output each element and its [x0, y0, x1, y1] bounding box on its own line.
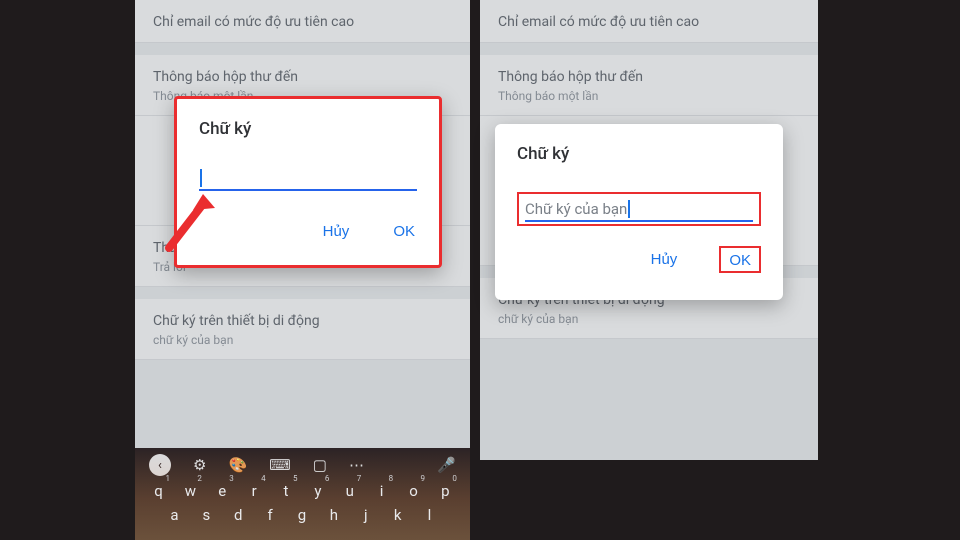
signature-input[interactable]: Chữ ký của bạn — [525, 198, 753, 222]
screenshot-stage: Chỉ email có mức độ ưu tiên cao Thông bá… — [0, 0, 960, 540]
dialog-actions: Hủy OK — [517, 246, 761, 273]
signature-input[interactable] — [199, 167, 417, 191]
more-icon[interactable]: ⋯ — [349, 456, 364, 474]
key-l[interactable]: l — [420, 506, 440, 524]
key-w[interactable]: w — [181, 482, 201, 500]
key-i[interactable]: i — [372, 482, 392, 500]
chevron-left-icon[interactable]: ‹ — [149, 454, 171, 476]
signature-dialog-filled: Chữ ký Chữ ký của bạn Hủy OK — [495, 124, 783, 300]
gear-icon[interactable]: ⚙ — [193, 456, 206, 474]
key-a[interactable]: a — [165, 506, 185, 524]
key-h[interactable]: h — [324, 506, 344, 524]
ok-button[interactable]: OK — [391, 219, 417, 244]
key-j[interactable]: j — [356, 506, 376, 524]
setting-title: Thông báo hộp thư đến — [498, 69, 800, 85]
signature-input-wrap[interactable] — [199, 167, 417, 191]
key-q[interactable]: q — [149, 482, 169, 500]
setting-priority-email[interactable]: Chỉ email có mức độ ưu tiên cao — [480, 0, 818, 43]
cancel-button[interactable]: Hủy — [321, 219, 352, 244]
key-f[interactable]: f — [261, 506, 281, 524]
text-cursor — [628, 200, 630, 218]
key-k[interactable]: k — [388, 506, 408, 524]
setting-title: Chỉ email có mức độ ưu tiên cao — [153, 14, 452, 30]
setting-title: Chữ ký trên thiết bị di động — [153, 313, 452, 329]
key-t[interactable]: t — [277, 482, 297, 500]
setting-inbox-notif[interactable]: Thông báo hộp thư đến Thông báo một lần — [480, 55, 818, 116]
key-s[interactable]: s — [197, 506, 217, 524]
setting-title: Thông báo hộp thư đến — [153, 69, 452, 85]
key-o[interactable]: o — [404, 482, 424, 500]
mic-icon[interactable]: 🎤 — [437, 456, 456, 474]
setting-subtitle: chữ ký của bạn — [498, 312, 800, 326]
ok-button[interactable]: OK — [729, 252, 751, 269]
key-p[interactable]: p — [436, 482, 456, 500]
palette-icon[interactable]: 🎨 — [228, 456, 247, 474]
key-u[interactable]: u — [340, 482, 360, 500]
keyboard-row-1: qwertyuiop — [135, 480, 470, 502]
key-y[interactable]: y — [308, 482, 328, 500]
setting-subtitle: Thông báo một lần — [498, 89, 800, 103]
soft-keyboard[interactable]: ‹ ⚙ 🎨 ⌨ ▢ ⋯ 🎤 qwertyuiop asdfghjkl — [135, 448, 470, 540]
dialog-title: Chữ ký — [517, 144, 761, 164]
key-g[interactable]: g — [293, 506, 313, 524]
cancel-button[interactable]: Hủy — [649, 246, 680, 273]
setting-priority-email[interactable]: Chỉ email có mức độ ưu tiên cao — [135, 0, 470, 43]
signature-input-highlight: Chữ ký của bạn — [517, 192, 761, 226]
key-r[interactable]: r — [245, 482, 265, 500]
dialog-actions: Hủy OK — [199, 219, 417, 244]
setting-title: Chỉ email có mức độ ưu tiên cao — [498, 14, 800, 30]
setting-subtitle: chữ ký của bạn — [153, 333, 452, 347]
key-d[interactable]: d — [229, 506, 249, 524]
ok-button-highlight: OK — [719, 246, 761, 273]
signature-dialog-empty: Chữ ký Hủy OK — [174, 96, 442, 268]
key-e[interactable]: e — [213, 482, 233, 500]
text-cursor — [200, 169, 202, 187]
keyboard-icon[interactable]: ⌨ — [269, 456, 291, 474]
dialog-title: Chữ ký — [199, 119, 417, 139]
keyboard-row-2: asdfghjkl — [135, 502, 470, 524]
signature-input-value: Chữ ký của bạn — [525, 200, 627, 218]
setting-mobile-signature[interactable]: Chữ ký trên thiết bị di động chữ ký của … — [135, 299, 470, 360]
clipboard-icon[interactable]: ▢ — [313, 456, 327, 474]
